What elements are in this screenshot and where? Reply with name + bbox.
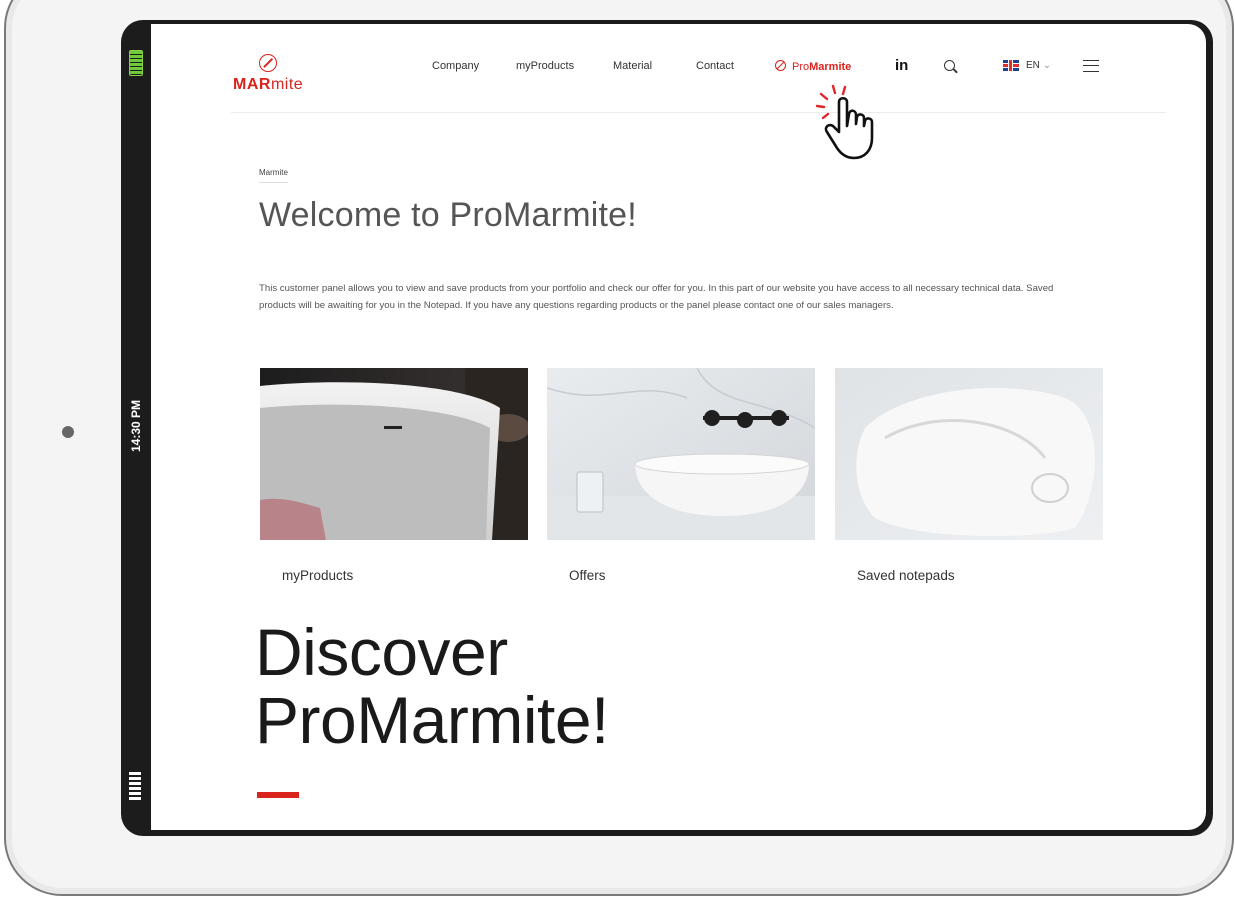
header-divider — [231, 112, 1166, 113]
logo-mark-icon — [259, 54, 277, 72]
breadcrumb[interactable]: Marmite — [259, 168, 288, 183]
nav-company[interactable]: Company — [432, 60, 479, 72]
uk-flag-icon[interactable] — [1003, 60, 1019, 71]
hero-line-2: ProMarmite! — [255, 683, 609, 757]
nav-promarmite[interactable]: ProMarmite — [775, 60, 851, 73]
promarmite-icon — [775, 60, 786, 71]
nav-pro-prefix: Pro — [792, 61, 810, 73]
card-myproducts-image[interactable] — [260, 368, 528, 540]
card-label-offers[interactable]: Offers — [569, 568, 606, 583]
hand-pointer-icon — [815, 84, 874, 160]
site-header: MARmite Company myProducts Material Cont… — [151, 24, 1206, 113]
status-strip: 14:30 PM — [121, 20, 151, 836]
hero-line-1: Discover — [255, 615, 508, 689]
front-camera — [62, 426, 74, 438]
chevron-down-icon: ⌄ — [1042, 60, 1052, 71]
logo-text-light: mite — [270, 76, 304, 93]
tablet-device: 14:30 PM MARmite Company myProducts Mate… — [4, 0, 1234, 896]
card-offers-image[interactable] — [547, 368, 815, 540]
hero-heading: Discover ProMarmite! — [255, 618, 609, 754]
page-title: Welcome to ProMarmite! — [259, 196, 637, 234]
intro-text: This customer panel allows you to view a… — [259, 283, 1054, 311]
language-code: EN — [1026, 60, 1040, 71]
linkedin-icon[interactable]: in — [895, 57, 908, 74]
card-notepads-image[interactable] — [835, 368, 1103, 540]
nav-contact[interactable]: Contact — [696, 60, 734, 72]
dock-dots-icon — [129, 772, 141, 802]
battery-icon — [129, 50, 143, 76]
tablet-bezel: 14:30 PM MARmite Company myProducts Mate… — [121, 20, 1213, 836]
nav-material[interactable]: Material — [613, 60, 652, 72]
search-icon[interactable] — [944, 60, 955, 71]
logo-text-bold: MAR — [233, 76, 271, 93]
nav-myproducts[interactable]: myProducts — [516, 60, 574, 72]
language-selector[interactable]: EN ⌄ — [1026, 60, 1051, 71]
browser-screen: MARmite Company myProducts Material Cont… — [151, 24, 1206, 830]
nav-pro-bold: Marmite — [809, 61, 852, 73]
hamburger-menu-icon[interactable] — [1083, 60, 1099, 72]
card-label-notepads[interactable]: Saved notepads — [857, 568, 955, 583]
status-time: 14:30 PM — [129, 399, 143, 452]
accent-underline — [257, 792, 299, 798]
card-label-myproducts[interactable]: myProducts — [282, 568, 353, 583]
